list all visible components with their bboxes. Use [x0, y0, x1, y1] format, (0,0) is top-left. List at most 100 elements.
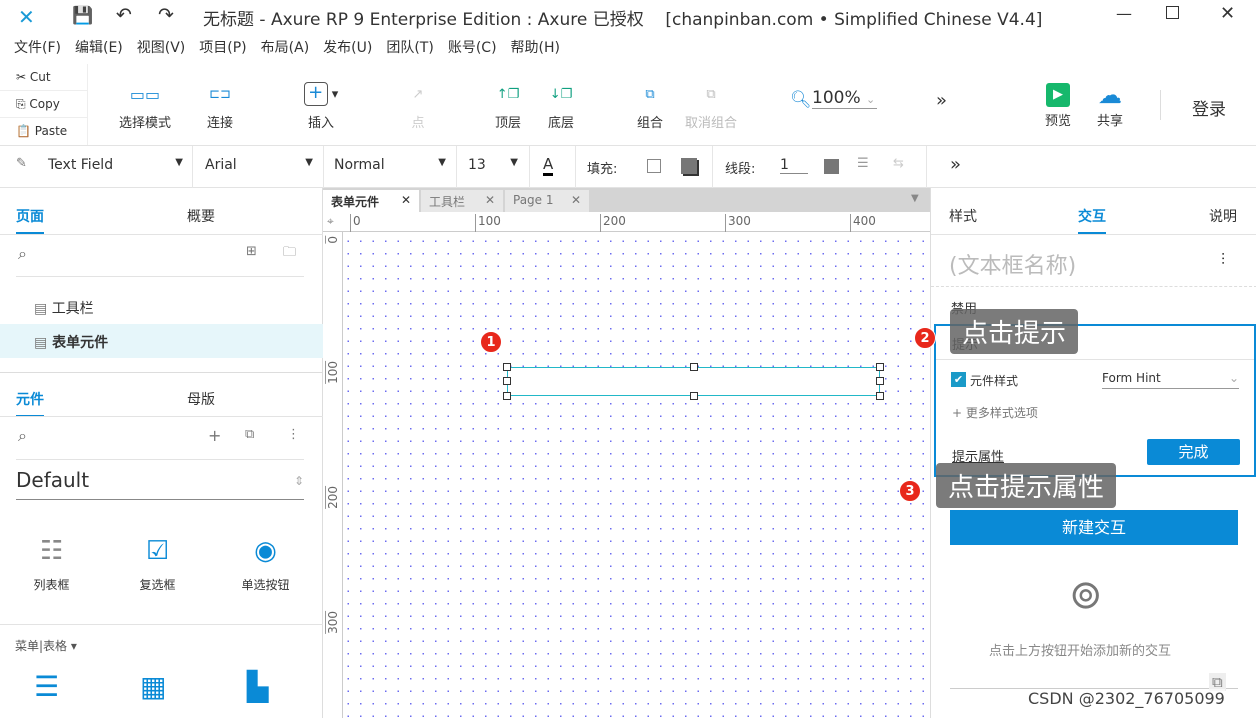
widget-checkbox[interactable]: ☑ 复选框: [120, 536, 195, 593]
library-select[interactable]: Default ⇕: [16, 468, 304, 500]
menu-view[interactable]: 视图(V): [137, 34, 186, 62]
more-format-icon[interactable]: »: [950, 154, 961, 175]
cloud-icon: ☁: [1098, 81, 1122, 109]
line-style-icon[interactable]: ☰: [857, 156, 869, 171]
fill-color-swatch[interactable]: [647, 159, 661, 173]
insert-icon: + ▾: [296, 76, 346, 112]
redo-icon[interactable]: ↷: [158, 4, 174, 26]
bring-to-front-button[interactable]: ↑❐ 顶层: [490, 76, 526, 132]
close-tab-icon[interactable]: ✕: [571, 193, 581, 207]
close-tab-icon[interactable]: ✕: [401, 193, 411, 207]
edit-icon: ✎: [16, 156, 27, 171]
undo-icon[interactable]: ↶: [116, 4, 132, 26]
annotation-badge-1: 1: [480, 331, 502, 353]
ruler-x-tick: 400: [850, 214, 876, 232]
close-button[interactable]: ✕: [1220, 3, 1235, 24]
menu-help[interactable]: 帮助(H): [511, 34, 560, 62]
login-button[interactable]: 登录: [1192, 95, 1226, 120]
tab-masters[interactable]: 母版: [187, 389, 215, 409]
new-interaction-button[interactable]: 新建交互: [950, 510, 1238, 545]
send-to-back-button[interactable]: ↓❐ 底层: [543, 76, 579, 132]
share-button[interactable]: ☁ 共享: [1090, 80, 1130, 129]
search-icon[interactable]: ⌕: [18, 244, 27, 264]
font-weight-select[interactable]: Normal ▼: [334, 157, 446, 173]
font-value: Arial: [205, 157, 237, 173]
point-button[interactable]: ↗ 点: [400, 76, 436, 132]
insert-button[interactable]: + ▾ 插入: [296, 76, 346, 131]
vertical-ruler: 0 100 200 300: [323, 232, 343, 718]
tab-interactions[interactable]: 交互: [1078, 206, 1106, 234]
save-icon[interactable]: 💾: [72, 6, 93, 26]
copy-button[interactable]: ⎘ Copy: [0, 91, 88, 118]
menu-file[interactable]: 文件(F): [14, 34, 61, 62]
group-button[interactable]: ⧉ 组合: [632, 76, 668, 132]
add-folder-icon[interactable]: 🗀: [283, 243, 296, 265]
tab-widgets[interactable]: 元件: [16, 389, 44, 417]
select-mode-button[interactable]: ▭▭ 选择模式: [100, 76, 190, 132]
more-tools-icon[interactable]: »: [936, 90, 947, 111]
menu-layout[interactable]: 布局(A): [261, 34, 310, 62]
widget-type-select[interactable]: Text Field ▼: [48, 157, 183, 173]
menu-icon: ▙: [247, 670, 269, 703]
tab-page-1[interactable]: Page 1 ✕: [505, 190, 589, 212]
settings-sliders-icon[interactable]: ⫶: [1221, 250, 1225, 270]
checkbox-icon: ☑: [145, 536, 170, 566]
add-page-icon[interactable]: ⊞: [246, 244, 257, 259]
line-width-input[interactable]: 1: [780, 157, 808, 174]
tab-pages[interactable]: 页面: [16, 206, 44, 234]
font-size-select[interactable]: 13 ▼: [468, 157, 518, 173]
font-color-icon[interactable]: A: [543, 155, 554, 176]
ungroup-button[interactable]: ⧉ 取消组合: [682, 76, 740, 132]
zoom-select[interactable]: 100% ⌄: [812, 88, 877, 109]
widget-style-checkbox[interactable]: ✔: [951, 372, 966, 387]
done-button[interactable]: 完成: [1147, 439, 1240, 465]
copy-label: Copy: [29, 97, 60, 111]
menu-project[interactable]: 项目(P): [199, 34, 246, 62]
close-tab-icon[interactable]: ✕: [485, 193, 495, 207]
ungroup-icon: ⧉: [706, 86, 716, 102]
line-color-swatch[interactable]: [824, 159, 839, 174]
library-windows-icon[interactable]: ⧉: [245, 427, 254, 442]
page-item[interactable]: ▤ 工具栏: [0, 292, 323, 326]
menu-account[interactable]: 账号(C): [448, 34, 497, 62]
widget-type-value: Text Field: [48, 157, 114, 173]
minimize-button[interactable]: —: [1116, 4, 1132, 23]
menu-edit[interactable]: 编辑(E): [75, 34, 123, 62]
preview-label: 预览: [1044, 114, 1071, 129]
hint-style-select[interactable]: Form Hint ⌄: [1102, 371, 1239, 389]
widget-name-input[interactable]: (文本框名称): [949, 248, 1076, 280]
maximize-button[interactable]: [1166, 6, 1179, 19]
point-icon: ↗: [412, 86, 424, 102]
tabs-dropdown-icon[interactable]: ▼: [911, 193, 919, 204]
widget-listbox[interactable]: ☷ 列表框: [14, 536, 89, 593]
add-library-icon[interactable]: +: [208, 426, 221, 445]
section-menu-table[interactable]: 菜单|表格 ▾: [15, 637, 77, 654]
send-to-back-icon: ↓❐: [549, 86, 573, 102]
more-options-icon[interactable]: ⋮: [287, 427, 300, 442]
annotation-tooltip-2: 点击提示: [950, 309, 1079, 354]
more-style-options-link[interactable]: + 更多样式选项: [952, 404, 1038, 421]
widget-radio[interactable]: ◉ 单选按钮: [228, 536, 303, 593]
tab-toolbar[interactable]: 工具栏 ✕: [421, 190, 503, 212]
preview-button[interactable]: ▶ 预览: [1040, 80, 1076, 129]
shadow-swatch[interactable]: [681, 158, 697, 174]
ruler-y-tick: 100: [325, 361, 340, 384]
widget-label: 列表框: [33, 578, 70, 592]
menu-team[interactable]: 团队(T): [386, 34, 433, 62]
paste-button[interactable]: 📋 Paste: [0, 118, 88, 145]
preview-icon: ▶: [1040, 80, 1076, 110]
font-select[interactable]: Arial ▼: [205, 157, 313, 173]
cut-button[interactable]: ✂ Cut: [0, 64, 88, 91]
menu-publish[interactable]: 发布(U): [323, 34, 372, 62]
empty-interactions-text: 点击上方按钮开始添加新的交互: [989, 644, 1172, 659]
tab-outline[interactable]: 概要: [187, 206, 215, 226]
connect-button[interactable]: ⊏⊐ 连接: [200, 76, 240, 132]
ruler-x-tick: 100: [475, 214, 501, 232]
group-icon: ⧉: [645, 86, 655, 102]
arrow-style-icon[interactable]: ⇆: [893, 156, 904, 171]
tab-style[interactable]: 样式: [949, 206, 977, 226]
tab-form-widgets[interactable]: 表单元件 ✕: [323, 190, 419, 212]
page-item-selected[interactable]: ▤ 表单元件: [0, 324, 323, 358]
tab-notes[interactable]: 说明: [1209, 206, 1237, 226]
widget-search-icon[interactable]: ⌕: [18, 426, 27, 446]
